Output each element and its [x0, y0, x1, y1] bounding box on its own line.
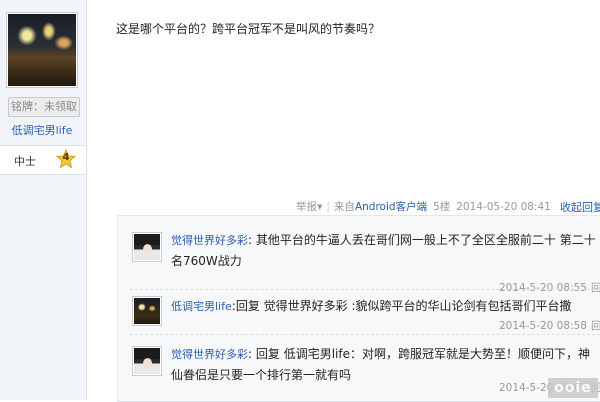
- author-sidebar: 铭牌：未领取 低调宅男life 中士 4: [0, 0, 87, 400]
- reply-meta: 2014-5-20 08:58 回复: [499, 318, 600, 333]
- author-avatar[interactable]: [6, 12, 78, 88]
- anime-avatar-image: [134, 348, 160, 374]
- reply-avatar[interactable]: [132, 296, 162, 326]
- rank-level: 4: [62, 152, 70, 163]
- reply-list: 觉得世界好多彩: 其他平台的牛逼人丢在哥们网一般上不了全区全服前二十 第二十名7…: [117, 215, 600, 402]
- collapse-reply-button[interactable]: 收起回复: [560, 199, 600, 215]
- source-client-link[interactable]: Android客户端: [355, 201, 427, 213]
- caret-down-icon: ▼: [317, 203, 323, 211]
- reply-avatar[interactable]: [132, 346, 162, 376]
- anime-avatar-image: [134, 234, 160, 260]
- night-street-avatar-image: [134, 298, 160, 324]
- rank-label: 中士: [14, 155, 36, 168]
- reply-username[interactable]: 觉得世界好多彩: [171, 348, 248, 361]
- reply-content: 回复 觉得世界好多彩 :貌似跨平台的华山论剑有包括哥们平台撒: [235, 299, 572, 313]
- reply-username[interactable]: 觉得世界好多彩: [171, 234, 248, 247]
- reply-text: 低调宅男life:回复 觉得世界好多彩 :貌似跨平台的华山论剑有包括哥们平台撒: [171, 296, 600, 317]
- post-time: 2014-05-20 08:41: [456, 201, 551, 213]
- reply-button[interactable]: 回复: [591, 320, 600, 332]
- reply-colon: :: [248, 347, 253, 361]
- night-street-avatar-image: [8, 14, 76, 86]
- report-label: 举报: [296, 201, 317, 213]
- post-floor: 5楼: [433, 201, 451, 213]
- medal-badge[interactable]: 铭牌：未领取: [8, 97, 80, 117]
- reply-text: 觉得世界好多彩: 其他平台的牛逼人丢在哥们网一般上不了全区全服前二十 第二十名7…: [171, 230, 600, 271]
- report-button[interactable]: 举报▼: [296, 201, 322, 213]
- post-meta: 举报▼ | 来自Android客户端 5楼 2014-05-20 08:41: [296, 199, 551, 214]
- reply-time: 2014-5-20 08:58: [499, 320, 587, 332]
- reply-button[interactable]: 回复: [591, 282, 600, 294]
- reply-colon: :: [248, 233, 253, 247]
- meta-divider: |: [326, 201, 330, 213]
- reply-time: 2014-5-20 08:55: [499, 282, 587, 294]
- reply-divider: [130, 289, 600, 290]
- post-content: 这是哪个平台的？跨平台冠军不是叫风的节奏吗？: [116, 22, 381, 36]
- source-prefix: 来自: [333, 201, 355, 213]
- site-watermark: ooie: [548, 378, 598, 398]
- rank-star-icon: 4: [56, 149, 76, 169]
- reply-username[interactable]: 低调宅男life: [171, 300, 232, 313]
- author-rank: 中士 4: [0, 145, 86, 175]
- reply-meta: 2014-5-20 08:55 回复: [499, 280, 600, 295]
- reply-divider: [130, 334, 600, 335]
- author-username[interactable]: 低调宅男life: [0, 122, 84, 138]
- reply-avatar[interactable]: [132, 232, 162, 262]
- reply-text: 觉得世界好多彩: 回复 低调宅男life：对啊，跨服冠军就是大势至！顺便问下，神…: [171, 344, 600, 385]
